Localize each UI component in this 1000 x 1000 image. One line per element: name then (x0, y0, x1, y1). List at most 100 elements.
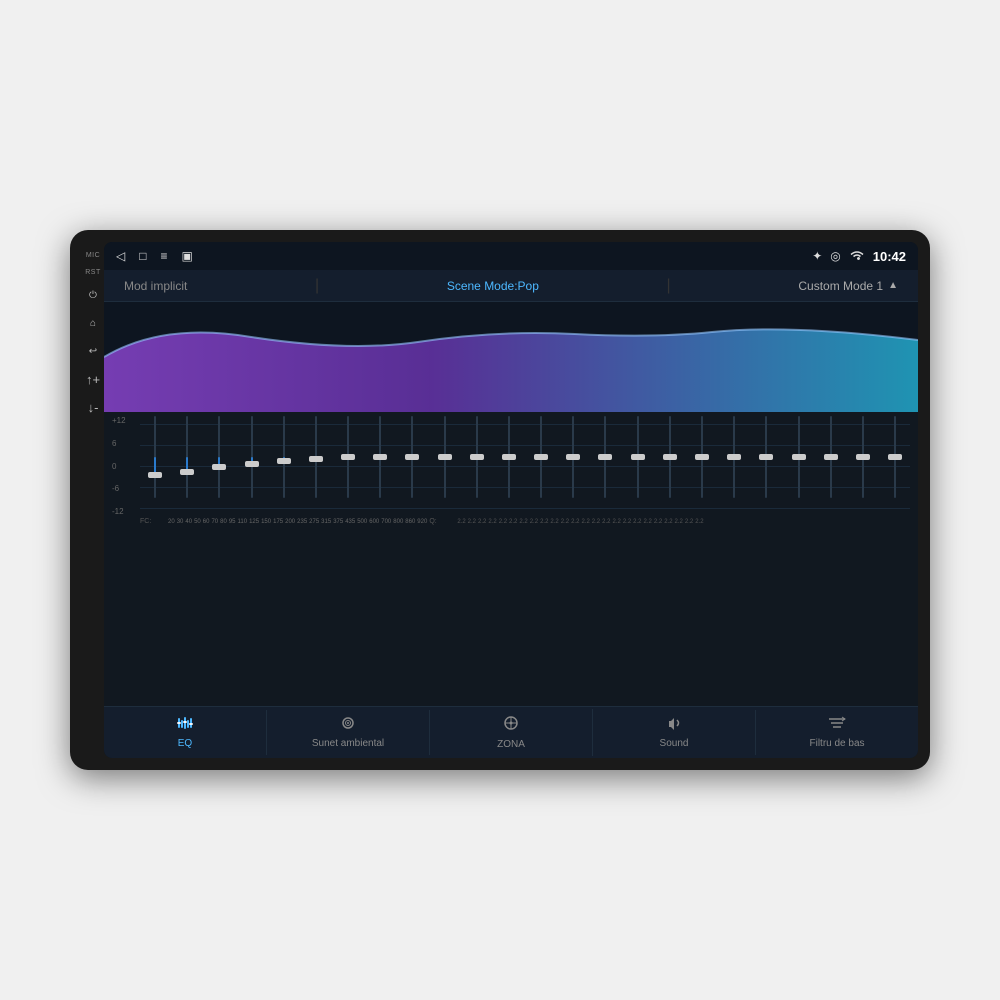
slider-235[interactable] (558, 416, 588, 506)
menu-icon[interactable]: ≡ (160, 249, 167, 263)
mod-implicit[interactable]: Mod implicit (124, 279, 187, 293)
q-label: Q: (429, 518, 455, 525)
back-side-button[interactable]: ↩ (84, 342, 102, 360)
freq-val-95: 95 (229, 519, 236, 525)
slider-thumb-800[interactable] (824, 454, 838, 460)
slider-thumb-110[interactable] (405, 454, 419, 460)
scene-mode[interactable]: Scene Mode:Pop (447, 279, 539, 293)
slider-thumb-435[interactable] (695, 454, 709, 460)
slider-275[interactable] (590, 416, 620, 506)
slider-20[interactable] (140, 416, 170, 506)
slider-track-60 (283, 416, 285, 498)
slider-thumb-80[interactable] (341, 454, 355, 460)
slider-thumb-275[interactable] (598, 454, 612, 460)
screenshot-icon[interactable]: ▣ (182, 249, 193, 263)
slider-thumb-70[interactable] (309, 456, 323, 462)
eq-scale: +12 6 0 -6 -12 (112, 416, 910, 516)
nav-item-sunet[interactable]: Sunet ambiental (267, 710, 430, 755)
slider-track-235 (572, 416, 574, 498)
home-icon[interactable]: □ (139, 249, 146, 263)
slider-thumb-50[interactable] (245, 461, 259, 467)
sound-nav-label: Sound (660, 738, 689, 749)
nav-item-eq[interactable]: EQ (104, 710, 267, 755)
power-button[interactable]: ⏻ (84, 286, 102, 304)
slider-thumb-175[interactable] (502, 454, 516, 460)
freq-val-80: 80 (220, 519, 227, 525)
slider-60[interactable] (269, 416, 299, 506)
slider-125[interactable] (430, 416, 460, 506)
back-icon[interactable]: ◁ (116, 249, 125, 263)
q-val-7: 2.2 (530, 519, 538, 525)
slider-track-80 (347, 416, 349, 498)
slider-920[interactable] (880, 416, 910, 506)
slider-thumb-920[interactable] (888, 454, 902, 460)
freq-val-110: 110 (238, 519, 248, 525)
slider-thumb-40[interactable] (212, 464, 226, 470)
q-val-16: 2.2 (623, 519, 631, 525)
slider-thumb-500[interactable] (727, 454, 741, 460)
slider-150[interactable] (462, 416, 492, 506)
volume-down-button[interactable]: ↓- (84, 398, 102, 416)
slider-thumb-30[interactable] (180, 469, 194, 475)
slider-thumb-20[interactable] (148, 472, 162, 478)
slider-thumb-125[interactable] (438, 454, 452, 460)
q-val-12: 2.2 (581, 519, 589, 525)
freq-val-435: 435 (345, 519, 355, 525)
volume-up-button[interactable]: ↑+ (84, 370, 102, 388)
slider-thumb-860[interactable] (856, 454, 870, 460)
sunet-nav-icon (339, 716, 357, 735)
slider-track-500 (733, 416, 735, 498)
freq-val-200: 200 (285, 519, 295, 525)
slider-track-200 (540, 416, 542, 498)
status-right: ✦ ◎ 10:42 (812, 249, 906, 264)
home-side-button[interactable]: ⌂ (84, 314, 102, 332)
slider-95[interactable] (365, 416, 395, 506)
slider-track-20 (154, 416, 156, 498)
slider-thumb-200[interactable] (534, 454, 548, 460)
slider-thumb-150[interactable] (470, 454, 484, 460)
slider-860[interactable] (848, 416, 878, 506)
slider-175[interactable] (494, 416, 524, 506)
nav-item-sound[interactable]: Sound (593, 710, 756, 755)
slider-thumb-95[interactable] (373, 454, 387, 460)
scale-0: 0 (112, 462, 140, 471)
slider-435[interactable] (687, 416, 717, 506)
slider-110[interactable] (397, 416, 427, 506)
slider-track-70 (315, 416, 317, 498)
slider-600[interactable] (751, 416, 781, 506)
slider-700[interactable] (783, 416, 813, 506)
q-val-2: 2.2 (478, 519, 486, 525)
slider-80[interactable] (333, 416, 363, 506)
slider-50[interactable] (237, 416, 267, 506)
q-val-5: 2.2 (509, 519, 517, 525)
q-val-14: 2.2 (602, 519, 610, 525)
freq-val-235: 235 (297, 519, 307, 525)
freq-val-60: 60 (203, 519, 210, 525)
filtru-nav-icon (828, 716, 846, 735)
slider-thumb-700[interactable] (792, 454, 806, 460)
freq-labels-container: FC:2030405060708095110125150175200235275… (140, 518, 910, 525)
nav-item-filtru[interactable]: Filtru de bas (756, 710, 918, 755)
q-val-13: 2.2 (592, 519, 600, 525)
freq-val-125: 125 (249, 519, 259, 525)
slider-375[interactable] (655, 416, 685, 506)
slider-800[interactable] (816, 416, 846, 506)
status-left: ◁ □ ≡ ▣ (116, 249, 193, 263)
slider-30[interactable] (172, 416, 202, 506)
slider-thumb-600[interactable] (759, 454, 773, 460)
slider-200[interactable] (526, 416, 556, 506)
slider-40[interactable] (204, 416, 234, 506)
slider-70[interactable] (301, 416, 331, 506)
slider-thumb-235[interactable] (566, 454, 580, 460)
custom-mode[interactable]: Custom Mode 1 ▲ (798, 279, 898, 293)
slider-thumb-375[interactable] (663, 454, 677, 460)
slider-500[interactable] (719, 416, 749, 506)
slider-track-700 (798, 416, 800, 498)
slider-track-800 (830, 416, 832, 498)
slider-thumb-60[interactable] (277, 458, 291, 464)
fc-label: FC: (140, 518, 166, 525)
slider-thumb-315[interactable] (631, 454, 645, 460)
separator-2: | (667, 277, 671, 295)
slider-315[interactable] (623, 416, 653, 506)
nav-item-zona[interactable]: ZONA (430, 709, 593, 756)
